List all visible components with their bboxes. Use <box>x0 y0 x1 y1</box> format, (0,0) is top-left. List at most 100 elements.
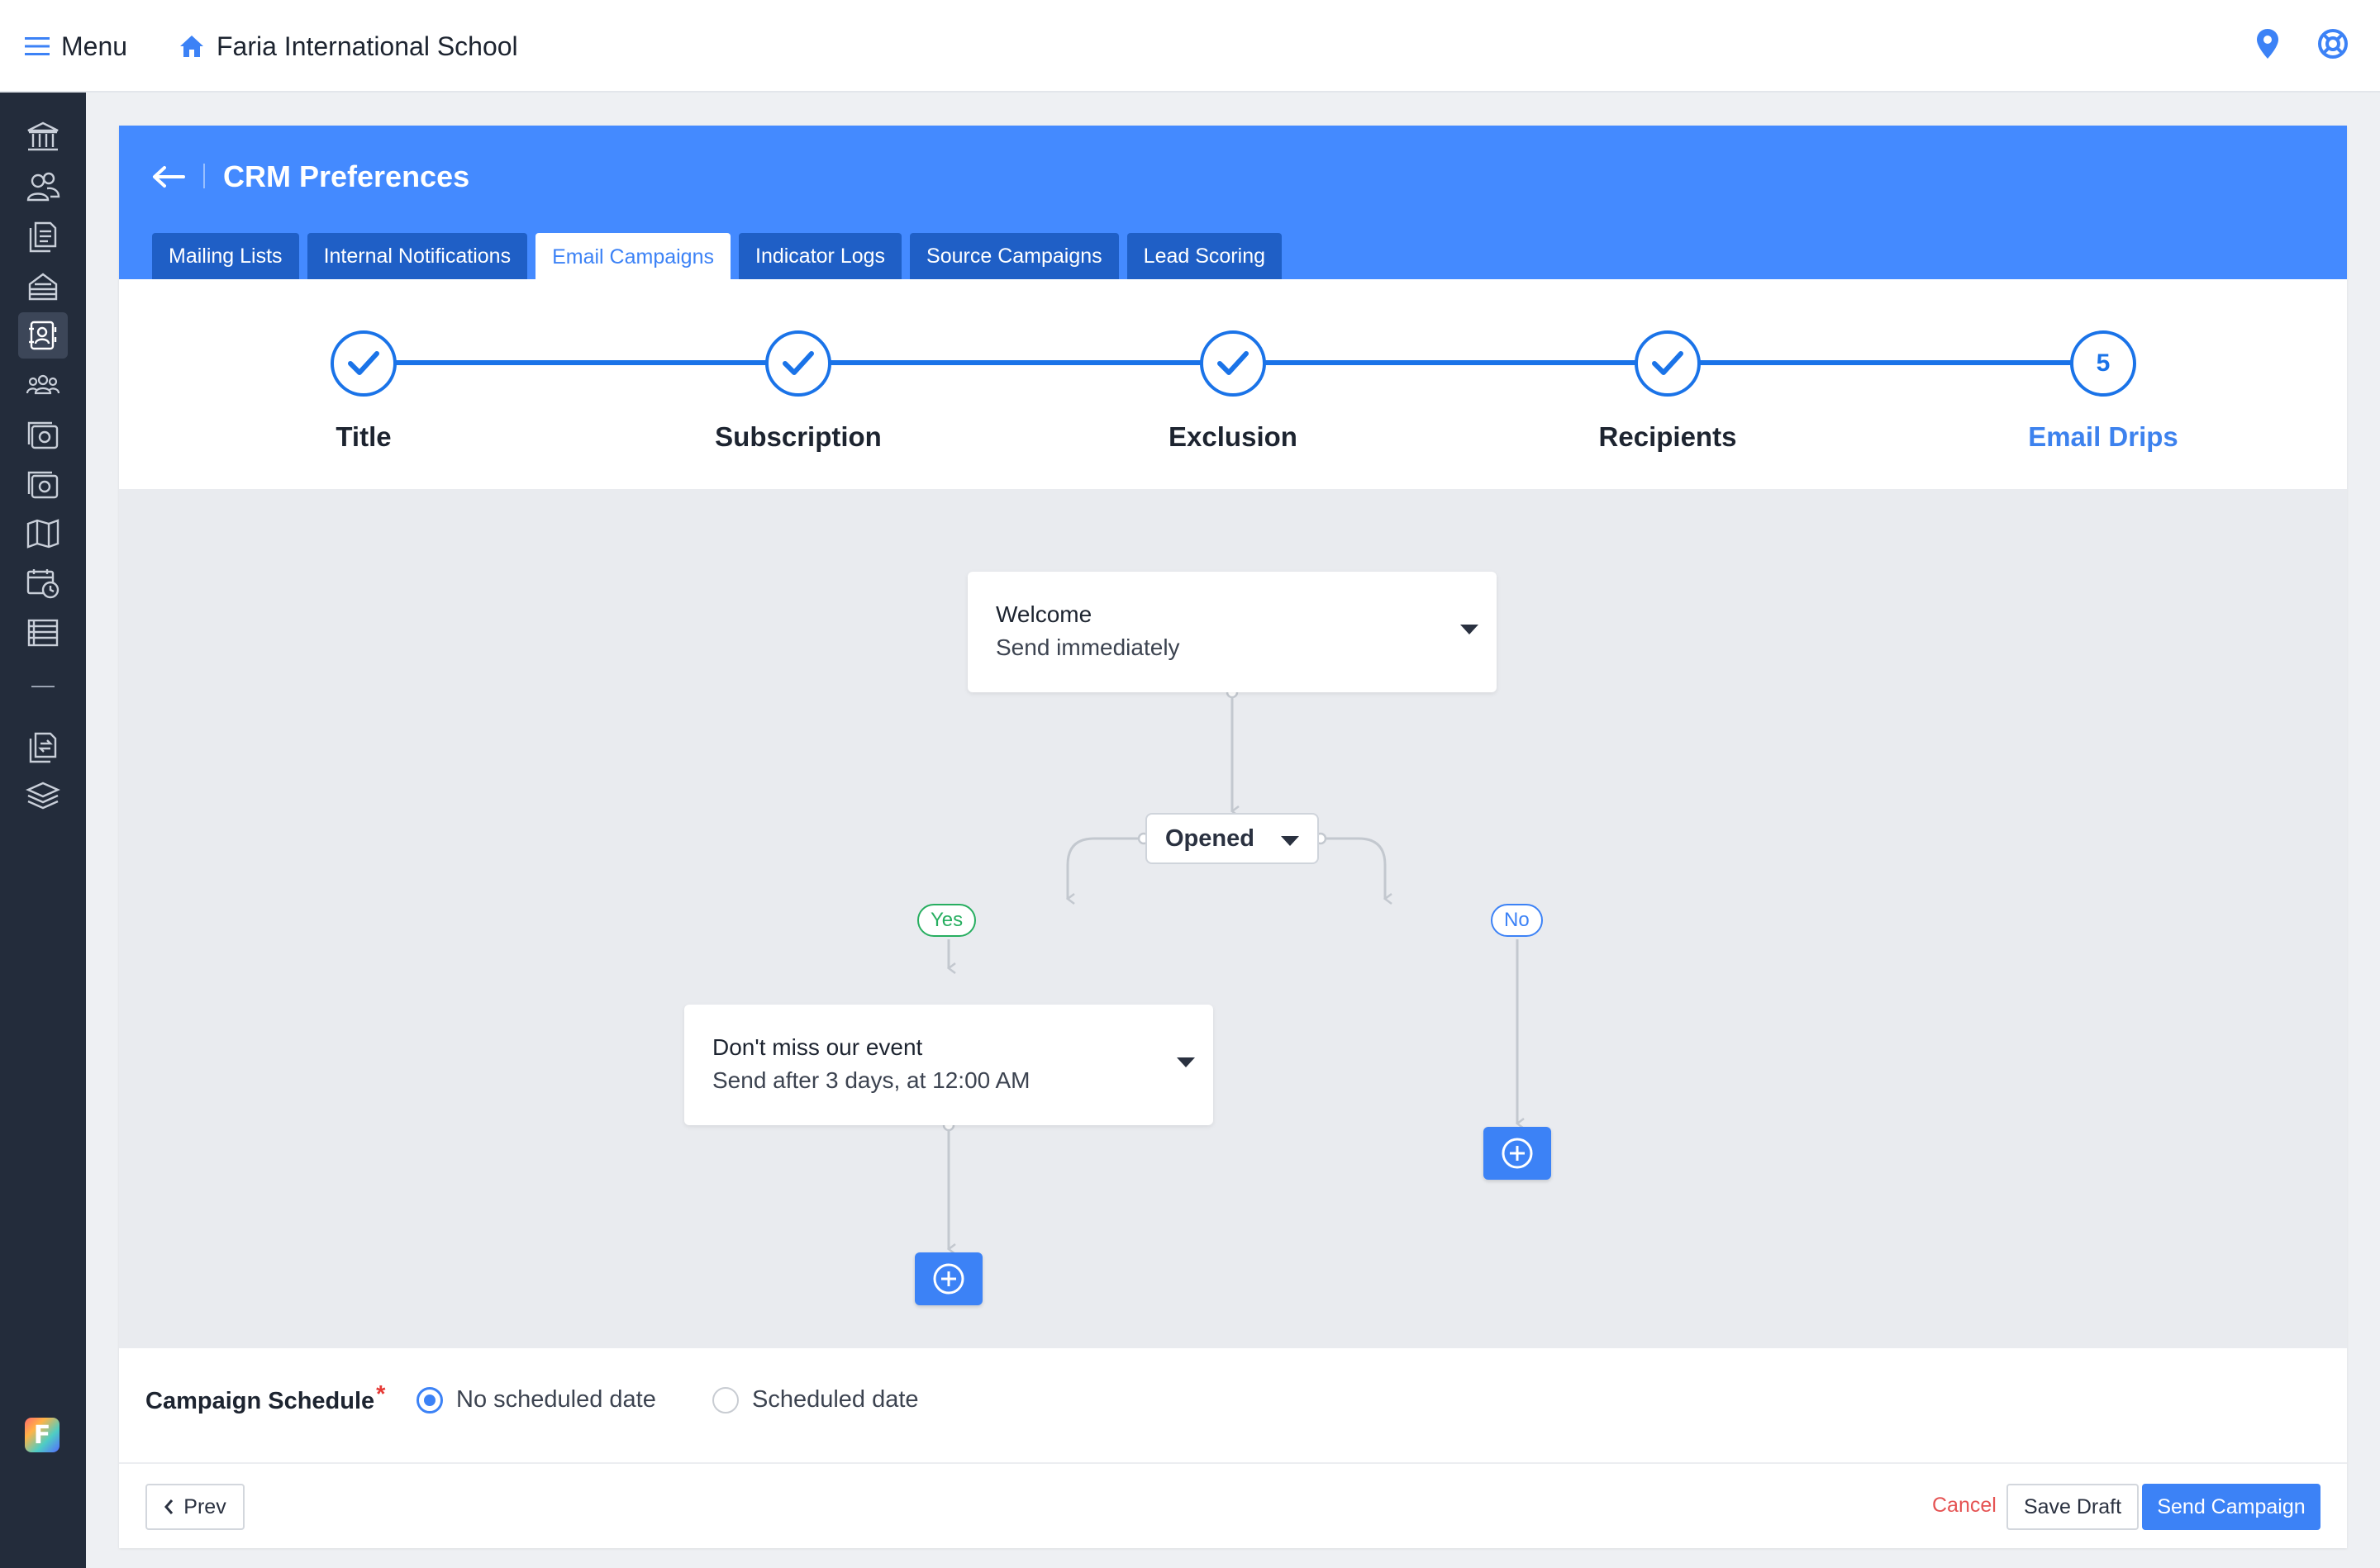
tab-internal-notifications[interactable]: Internal Notifications <box>307 233 528 279</box>
email-title: Welcome <box>996 601 1092 627</box>
camera-alt-icon <box>27 471 59 499</box>
sidebar-item-institution[interactable] <box>18 114 68 160</box>
sidebar-item-users[interactable] <box>18 164 68 210</box>
email-node-welcome[interactable]: Welcome Send immediately <box>968 572 1497 692</box>
email-node-event-reminder[interactable]: Don't miss our event Send after 3 days, … <box>684 1005 1213 1125</box>
institution-icon <box>27 121 59 151</box>
plus-circle-icon <box>1502 1138 1533 1169</box>
tab-bar: Mailing Lists Internal Notifications Ema… <box>152 233 1282 281</box>
sidebar-item-file-transfer[interactable] <box>18 724 68 770</box>
campaign-schedule-label: Campaign Schedule* <box>145 1381 385 1415</box>
sidebar: F <box>0 93 86 1568</box>
page-header: CRM Preferences Mailing Lists Internal N… <box>119 126 2347 281</box>
radio-unselected-icon[interactable] <box>712 1386 739 1414</box>
users-icon <box>26 172 60 202</box>
prev-label: Prev <box>183 1494 226 1518</box>
prev-button[interactable]: Prev <box>145 1484 245 1530</box>
sidebar-item-lists[interactable] <box>18 610 68 656</box>
location-pin-icon[interactable] <box>2256 28 2279 59</box>
camera-icon <box>27 421 59 449</box>
add-step-button-yes-branch[interactable] <box>915 1252 983 1305</box>
sidebar-item-crm[interactable] <box>18 312 68 359</box>
checkmark-icon <box>348 351 379 375</box>
add-step-button-no-branch[interactable] <box>1483 1127 1551 1180</box>
arrow-left-icon <box>153 166 185 188</box>
sidebar-item-media-alt[interactable] <box>18 461 68 507</box>
tab-indicator-logs[interactable]: Indicator Logs <box>739 233 902 279</box>
radio-label: No scheduled date <box>456 1386 656 1413</box>
cancel-link[interactable]: Cancel <box>1932 1494 1997 1518</box>
sidebar-divider <box>31 686 55 687</box>
sidebar-item-admissions[interactable] <box>18 263 68 309</box>
list-icon <box>27 619 59 647</box>
admissions-icon <box>28 273 58 301</box>
sidebar-item-layers[interactable] <box>18 773 68 820</box>
radio-selected-icon[interactable] <box>416 1386 443 1414</box>
documents-icon <box>29 221 57 253</box>
checkmark-icon <box>1217 351 1249 375</box>
step-number: 5 <box>2096 349 2111 377</box>
layers-icon <box>26 782 60 810</box>
school-home-link[interactable]: Faria International School <box>178 25 518 68</box>
back-button[interactable] <box>147 155 190 198</box>
step-label: Recipients <box>1598 421 1737 452</box>
home-icon <box>180 36 203 57</box>
caret-down-icon[interactable] <box>1177 1057 1195 1067</box>
map-icon <box>26 519 60 549</box>
page-title: CRM Preferences <box>223 159 470 193</box>
header-separator <box>203 164 205 188</box>
save-draft-button[interactable]: Save Draft <box>2006 1484 2139 1530</box>
step-email-drips[interactable]: 5 Email Drips <box>1963 330 2244 453</box>
step-label: Exclusion <box>1169 421 1297 452</box>
caret-down-icon[interactable] <box>1281 836 1299 846</box>
calendar-clock-icon <box>26 569 60 599</box>
step-title[interactable]: Title <box>223 330 504 453</box>
footer-actions: Prev Cancel Save Draft Send Campaign <box>119 1464 2347 1548</box>
groups-icon <box>26 374 60 395</box>
progress-stepper: Title Subscription Exclusion Recipients … <box>119 279 2347 489</box>
radio-scheduled-date[interactable]: Scheduled date <box>712 1386 919 1414</box>
tab-lead-scoring[interactable]: Lead Scoring <box>1126 233 1282 279</box>
menu-icon <box>25 37 50 55</box>
required-asterisk: * <box>376 1381 386 1408</box>
condition-label: Opened <box>1165 824 1254 852</box>
menu-label: Menu <box>61 31 128 61</box>
main-card: CRM Preferences Mailing Lists Internal N… <box>119 126 2347 1548</box>
sidebar-item-media[interactable] <box>18 411 68 458</box>
file-transfer-icon <box>29 732 57 763</box>
help-lifebuoy-icon[interactable] <box>2317 28 2349 59</box>
faria-logo: F <box>25 1418 60 1452</box>
tab-mailing-lists[interactable]: Mailing Lists <box>152 233 299 279</box>
menu-button[interactable]: Menu <box>25 25 127 68</box>
school-name: Faria International School <box>217 31 518 61</box>
step-exclusion[interactable]: Exclusion <box>1092 330 1373 453</box>
step-label: Title <box>336 421 392 452</box>
tab-source-campaigns[interactable]: Source Campaigns <box>910 233 1119 279</box>
campaign-schedule-section: Campaign Schedule* No scheduled date Sch… <box>119 1348 2347 1464</box>
sidebar-item-documents[interactable] <box>18 213 68 259</box>
step-label: Subscription <box>715 421 882 452</box>
chevron-left-icon <box>164 1499 174 1514</box>
sidebar-item-groups[interactable] <box>18 362 68 408</box>
checkmark-icon <box>783 351 814 375</box>
sidebar-item-schedule[interactable] <box>18 560 68 606</box>
step-subscription[interactable]: Subscription <box>658 330 939 453</box>
branch-no-label: No <box>1491 904 1543 937</box>
sidebar-item-map[interactable] <box>18 511 68 557</box>
tab-email-campaigns[interactable]: Email Campaigns <box>536 233 731 281</box>
caret-down-icon[interactable] <box>1460 625 1478 634</box>
email-title: Don't miss our event <box>712 1034 923 1060</box>
send-campaign-button[interactable]: Send Campaign <box>2142 1484 2320 1530</box>
crm-contacts-icon <box>29 321 57 350</box>
checkmark-icon <box>1652 351 1683 375</box>
email-timing: Send after 3 days, at 12:00 AM <box>712 1067 1031 1093</box>
step-label: Email Drips <box>2028 421 2178 452</box>
plus-circle-icon <box>933 1263 964 1295</box>
step-recipients[interactable]: Recipients <box>1527 330 1808 453</box>
radio-no-scheduled-date[interactable]: No scheduled date <box>416 1386 656 1414</box>
radio-label: Scheduled date <box>752 1386 919 1413</box>
branch-yes-label: Yes <box>917 904 977 937</box>
condition-node-opened[interactable]: Opened <box>1145 813 1319 864</box>
drip-flow-canvas: Welcome Send immediately Opened Yes No D… <box>119 489 2347 1348</box>
email-timing: Send immediately <box>996 634 1180 660</box>
